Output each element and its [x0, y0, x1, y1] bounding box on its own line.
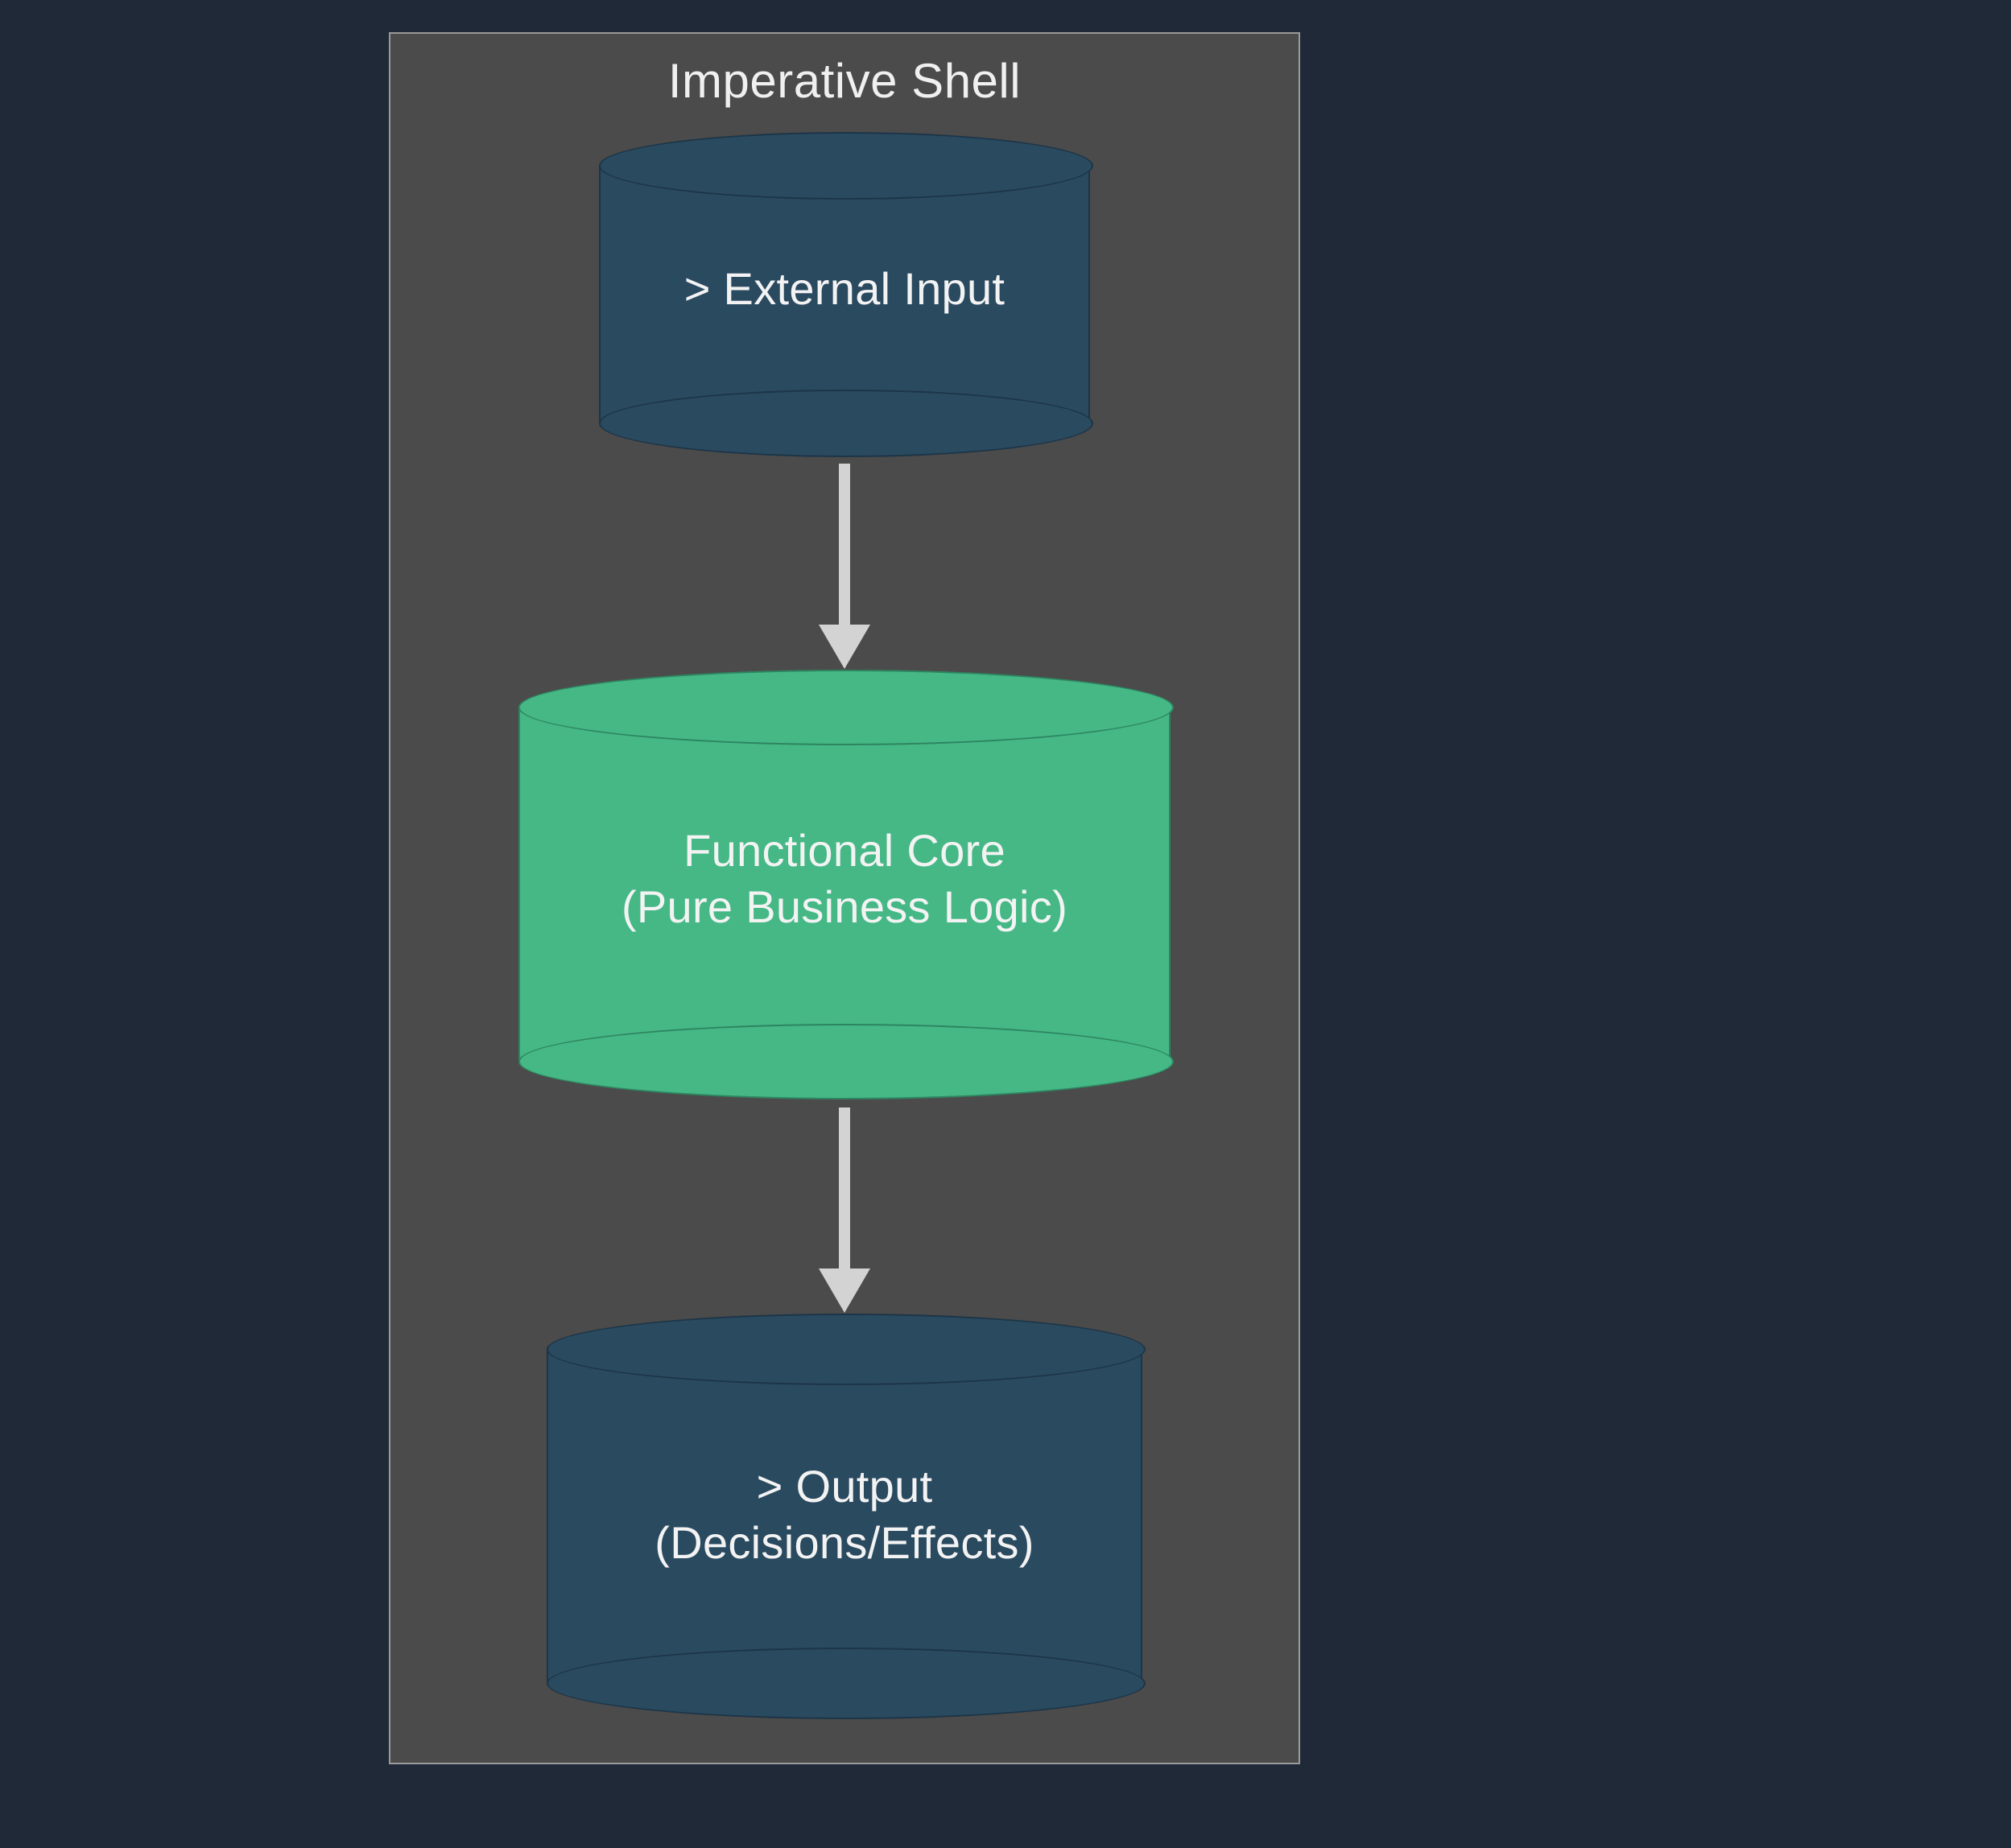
container-title: Imperative Shell: [390, 53, 1299, 109]
arrow-head-icon: [819, 625, 870, 669]
node-external-input: > External Input: [599, 132, 1090, 454]
node-label: Functional Core(Pure Business Logic): [518, 823, 1171, 935]
node-label: > External Input: [599, 261, 1090, 317]
cylinder-top: [547, 1314, 1146, 1385]
cylinder-bottom: [599, 390, 1093, 457]
arrow-shaft: [839, 464, 850, 629]
diagram-stage: Imperative Shell > External Input Functi…: [0, 0, 2011, 1848]
arrow-core-to-output: [819, 1108, 870, 1313]
node-label: > Output(Decisions/Effects): [547, 1458, 1142, 1571]
arrow-input-to-core: [819, 464, 870, 669]
node-output: > Output(Decisions/Effects): [547, 1314, 1142, 1716]
arrow-shaft: [839, 1108, 850, 1273]
cylinder-top: [599, 132, 1093, 200]
imperative-shell-container: Imperative Shell > External Input Functi…: [389, 32, 1300, 1764]
cylinder-bottom: [518, 1024, 1174, 1099]
node-functional-core: Functional Core(Pure Business Logic): [518, 670, 1171, 1096]
cylinder-top: [518, 670, 1174, 745]
arrow-head-icon: [819, 1268, 870, 1313]
cylinder-bottom: [547, 1648, 1146, 1719]
